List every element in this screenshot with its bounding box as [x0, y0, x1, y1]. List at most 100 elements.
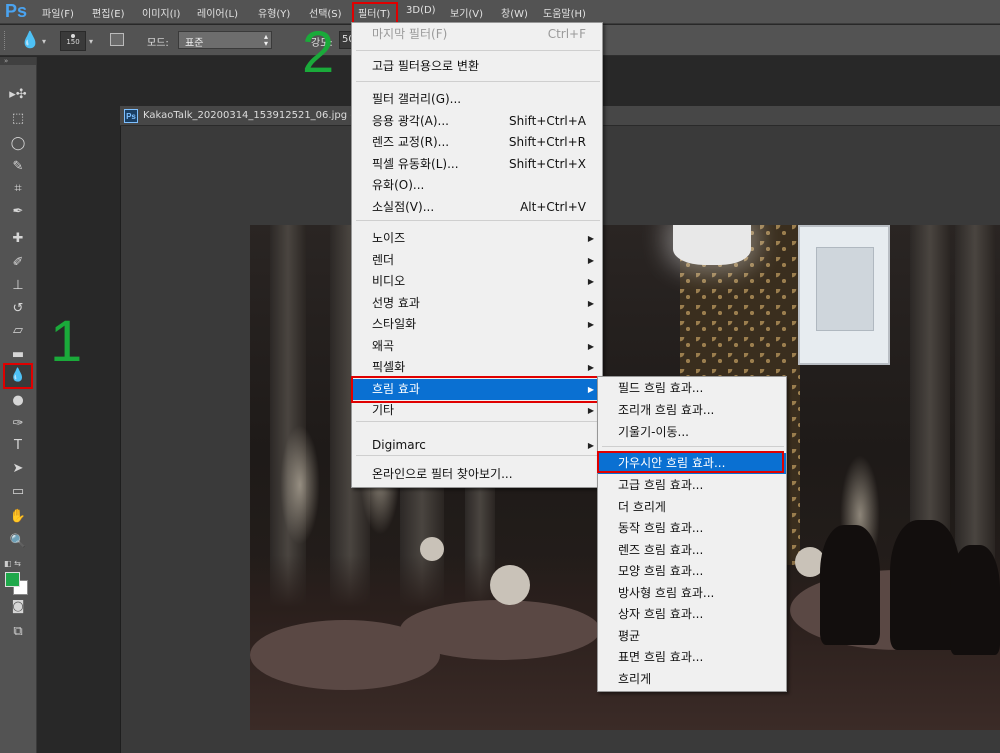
mode-select[interactable]: 표준 ▴ ▾ — [178, 31, 272, 49]
brush-size-value: 150 — [66, 38, 80, 46]
menu-item-label: 렌더 — [372, 253, 395, 267]
menu-view[interactable]: 보기(V) — [450, 5, 483, 20]
filter-menu-item[interactable]: 응용 광각(A)... Shift+Ctrl+A — [352, 111, 602, 132]
submenu-arrow-icon: ▶ — [587, 256, 594, 265]
blur-tool-icon[interactable]: 💧 — [3, 363, 33, 389]
blur-submenu-item[interactable]: 평균 — [598, 626, 786, 647]
menu-item-label: 더 흐리게 — [618, 500, 666, 514]
submenu-arrow-icon: ▶ — [587, 234, 594, 243]
photo-person — [820, 525, 880, 645]
menu-item-label: 기타 — [372, 403, 395, 417]
photo-projector-screen — [798, 225, 890, 365]
filter-menu-item[interactable]: 소실점(V)... Alt+Ctrl+V — [352, 197, 602, 218]
filter-menu-item[interactable]: 노이즈 ▶ — [352, 228, 602, 249]
brush-size-picker[interactable]: 150 — [60, 31, 86, 51]
crop-tool-icon[interactable]: ⌗ — [6, 179, 30, 199]
photoshop-window: Ps 파일(F) 편집(E) 이미지(I) 레이어(L) 유형(Y) 선택(S)… — [0, 0, 1000, 753]
zoom-tool-icon[interactable]: 🔍 — [6, 532, 30, 552]
preset-dropdown-arrow-icon[interactable]: ▾ — [42, 37, 46, 46]
filter-menu-item[interactable]: 고급 필터용으로 변환 — [352, 56, 602, 77]
quick-mask-icon[interactable]: ◙ — [6, 597, 30, 617]
filter-menu-item[interactable]: 스타일화 ▶ — [352, 314, 602, 335]
menu-item-label: 모양 흐림 효과... — [618, 564, 704, 578]
menu-item-label: 노이즈 — [372, 231, 406, 245]
gaussian-blur-highlight-box — [597, 451, 784, 473]
brush-panel-toggle-icon[interactable] — [110, 33, 124, 46]
blur-submenu-item[interactable]: 방사형 흐림 효과... — [598, 583, 786, 604]
filter-menu-item[interactable]: 온라인으로 필터 찾아보기... — [352, 464, 602, 485]
type-tool-icon[interactable]: T — [6, 436, 30, 456]
menu-item-label: 왜곡 — [372, 339, 395, 353]
tools-panel-collapse-icon[interactable]: » — [0, 57, 36, 65]
filter-menu-item[interactable]: 유화(O)... — [352, 175, 602, 196]
pen-tool-icon[interactable]: ✑ — [6, 414, 30, 434]
blur-tool-preset-icon[interactable]: 💧 — [20, 30, 40, 49]
menu-item-label: 렌즈 교정(R)... — [372, 135, 450, 149]
marquee-tool-icon[interactable]: ⬚ — [6, 109, 30, 129]
menu-layer[interactable]: 레이어(L) — [197, 5, 238, 20]
photo-light-glow — [280, 425, 320, 545]
blur-submenu-item[interactable]: 상자 흐림 효과... — [598, 604, 786, 625]
filter-menu-item[interactable]: 픽셀 유동화(L)... Shift+Ctrl+X — [352, 154, 602, 175]
filter-menu-item[interactable]: 필터 갤러리(G)... — [352, 89, 602, 110]
menu-item-label: 픽셀화 — [372, 360, 406, 374]
menu-3d[interactable]: 3D(D) — [406, 5, 436, 16]
menu-shortcut: Shift+Ctrl+X — [509, 157, 586, 171]
history-brush-tool-icon[interactable]: ↺ — [6, 299, 30, 319]
blur-submenu-item[interactable]: 동작 흐림 효과... — [598, 518, 786, 539]
filter-menu-item[interactable]: 렌즈 교정(R)... Shift+Ctrl+R — [352, 132, 602, 153]
eyedropper-tool-icon[interactable]: ✒ — [6, 202, 30, 222]
filter-menu-highlight-box — [352, 2, 398, 24]
blur-submenu-item[interactable]: 조리개 흐림 효과... — [598, 400, 786, 421]
blur-submenu-item[interactable]: 흐리게 — [598, 669, 786, 690]
menu-item-label: 고급 흐림 효과... — [618, 478, 704, 492]
default-colors-icon[interactable]: ◧ ⇆ — [4, 559, 21, 568]
screen-mode-icon[interactable]: ⧉ — [6, 622, 30, 642]
menu-type[interactable]: 유형(Y) — [258, 5, 290, 20]
menu-item-label: 방사형 흐림 효과... — [618, 586, 715, 600]
options-grip — [4, 31, 7, 50]
filter-menu-item: 마지막 필터(F) Ctrl+F — [352, 24, 602, 45]
filter-menu-item[interactable]: 선명 효과 ▶ — [352, 293, 602, 314]
blur-submenu-item[interactable]: 렌즈 흐림 효과... — [598, 540, 786, 561]
hand-tool-icon[interactable]: ✋ — [6, 507, 30, 527]
quick-selection-tool-icon[interactable]: ✎ — [6, 157, 30, 177]
lasso-tool-icon[interactable]: ◯ — [6, 134, 30, 154]
filter-menu-item[interactable]: 렌더 ▶ — [352, 250, 602, 271]
blur-submenu-item[interactable]: 더 흐리게 — [598, 497, 786, 518]
menu-window[interactable]: 창(W) — [501, 5, 528, 20]
blur-submenu-item[interactable]: 모양 흐림 효과... — [598, 561, 786, 582]
gradient-tool-icon[interactable]: ▬ — [6, 345, 30, 365]
rectangle-tool-icon[interactable]: ▭ — [6, 482, 30, 502]
brush-dropdown-arrow-icon[interactable]: ▾ — [89, 37, 93, 46]
blur-submenu-item[interactable]: 고급 흐림 효과... — [598, 475, 786, 496]
photo-screen-content — [816, 247, 874, 331]
menu-select[interactable]: 선택(S) — [309, 5, 342, 20]
move-tool-icon[interactable]: ▸✣ — [6, 85, 30, 105]
path-selection-tool-icon[interactable]: ➤ — [6, 459, 30, 479]
menu-item-label: 선명 효과 — [372, 296, 420, 310]
brush-tool-icon[interactable]: ✐ — [6, 253, 30, 273]
photo-chandelier — [673, 225, 751, 265]
blur-submenu-item[interactable]: 기울기-이동... — [598, 422, 786, 443]
menu-help[interactable]: 도움말(H) — [543, 5, 586, 20]
filter-menu-item[interactable]: Digimarc ▶ — [352, 435, 602, 456]
filter-menu-item[interactable]: 비디오 ▶ — [352, 271, 602, 292]
blur-submenu-item[interactable]: 표면 흐림 효과... — [598, 647, 786, 668]
menu-image[interactable]: 이미지(I) — [142, 5, 180, 20]
submenu-arrow-icon: ▶ — [587, 441, 594, 450]
filter-menu-item[interactable]: 픽셀화 ▶ — [352, 357, 602, 378]
filter-menu: 마지막 필터(F) Ctrl+F 고급 필터용으로 변환필터 갤러리(G)... 응용… — [351, 22, 603, 488]
menu-item-label: 온라인으로 필터 찾아보기... — [372, 467, 513, 481]
eraser-tool-icon[interactable]: ▱ — [6, 321, 30, 341]
menu-edit[interactable]: 편집(E) — [92, 5, 125, 20]
menu-separator — [602, 446, 784, 447]
dodge-tool-icon[interactable]: ● — [6, 391, 30, 411]
healing-brush-tool-icon[interactable]: ✚ — [6, 229, 30, 249]
filter-menu-item[interactable]: 기타 ▶ — [352, 400, 602, 421]
blur-submenu-item[interactable]: 필드 흐림 효과... — [598, 378, 786, 399]
filter-menu-item[interactable]: 왜곡 ▶ — [352, 336, 602, 357]
menu-file[interactable]: 파일(F) — [42, 5, 74, 20]
foreground-color-swatch[interactable] — [5, 572, 20, 587]
clone-stamp-tool-icon[interactable]: ⊥ — [6, 276, 30, 296]
